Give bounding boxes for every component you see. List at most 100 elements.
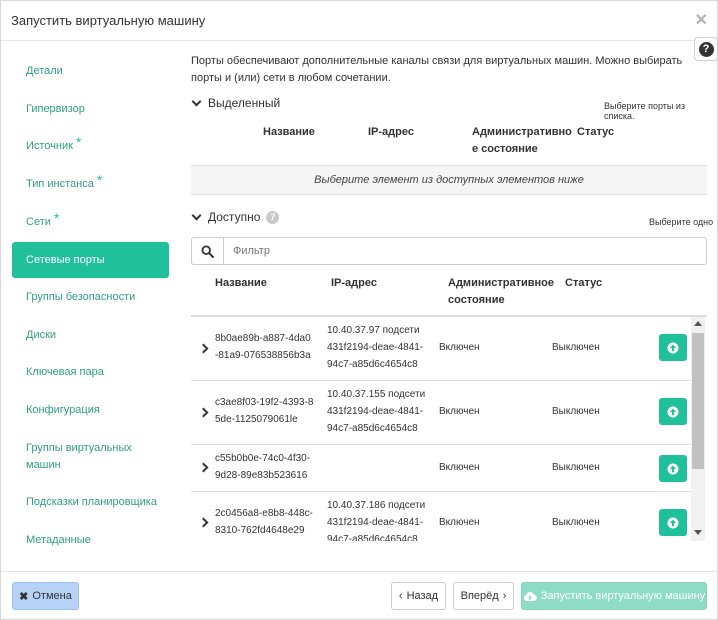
search-icon xyxy=(192,238,224,264)
nav-step-scheduler-hints[interactable]: Подсказки планировщика xyxy=(12,484,169,520)
port-name-line: c55b0b0e-74c0-4f30- xyxy=(215,453,311,464)
available-section-toggle[interactable]: Доступно 7 xyxy=(191,210,280,224)
port-ip-line: 10.40.37.97 подсети xyxy=(327,325,420,336)
port-name-line: c3ae8f03-19f2-4393-8 xyxy=(215,397,314,408)
port-ip-line: 10.40.37.155 подсети xyxy=(327,389,426,400)
port-ip-line: 431f2194-deae-4841- xyxy=(327,406,424,417)
port-ip-line: 431f2194-deae-4841- xyxy=(327,517,424,528)
close-icon[interactable]: ✕ xyxy=(695,10,708,30)
nav-step-metadata[interactable]: Метаданные xyxy=(12,522,169,558)
port-admin-state: Включен xyxy=(439,462,480,473)
filter-input[interactable] xyxy=(224,238,694,264)
allocated-empty-message: Выберите элемент из доступных элементов … xyxy=(191,165,707,195)
table-row: c55b0b0e-74c0-4f30- 9d28-89e83b523616 Вк… xyxy=(191,445,691,492)
required-asterisk: * xyxy=(96,172,103,188)
nav-step-key-pair[interactable]: Ключевая пара xyxy=(12,354,169,390)
next-button[interactable]: Вперёд › xyxy=(453,582,514,610)
chevron-right-icon[interactable] xyxy=(198,462,209,473)
next-label: Вперёд xyxy=(460,590,499,602)
nav-step-label: Гипервизор xyxy=(26,103,85,115)
available-title: Доступно xyxy=(208,210,261,224)
required-asterisk: * xyxy=(53,210,60,226)
port-name: 2c0456a8-e8b8-448c- 8310-762fd4648e29 xyxy=(215,505,313,539)
cancel-button[interactable]: ✖ Отмена xyxy=(12,582,79,610)
chevron-right-icon[interactable] xyxy=(198,343,209,354)
allocated-hint: Выберите порты из списка. xyxy=(604,101,686,121)
allocate-port-button[interactable] xyxy=(659,398,687,425)
nav-step-flavor[interactable]: Тип инстанса * xyxy=(12,166,169,202)
port-ip: 10.40.37.186 подсети 431f2194-deae-4841-… xyxy=(327,497,425,541)
allocate-port-button[interactable] xyxy=(659,334,687,361)
available-col-admin-state-line1: Административное xyxy=(448,277,554,289)
nav-step-security-groups[interactable]: Группы безопасности xyxy=(12,279,169,315)
back-button[interactable]: ‹ Назад xyxy=(391,582,446,610)
chevron-right-icon[interactable] xyxy=(198,407,209,418)
port-ip-line: 94c7-a85d6c4654c8 xyxy=(327,534,418,541)
port-name-line: 8310-762fd4648e29 xyxy=(215,525,305,536)
dialog-title: Запустить виртуальную машину xyxy=(11,13,206,28)
allocated-col-admin-state-line2: е состояние xyxy=(472,143,538,155)
arrow-up-icon xyxy=(667,406,679,417)
nav-step-disks[interactable]: Диски xyxy=(12,317,169,353)
port-name-line: 8b0ae89b-a887-4da0 xyxy=(215,333,311,344)
scroll-down-arrow-icon[interactable] xyxy=(694,530,702,535)
nav-step-label: Сетевые порты xyxy=(26,254,105,266)
port-ip-line: 94c7-a85d6c4654c8 xyxy=(327,423,418,434)
available-ports-table: 8b0ae89b-a887-4da0 -81a9-076538856b3a 10… xyxy=(191,317,707,541)
table-row: c3ae8f03-19f2-4393-8 5de-1125079061le 10… xyxy=(191,381,691,445)
port-name: 8b0ae89b-a887-4da0 -81a9-076538856b3a xyxy=(215,330,311,364)
port-status: Выключен xyxy=(552,406,600,417)
port-ip-line: 94c7-a85d6c4654c8 xyxy=(327,359,418,370)
question-icon: ? xyxy=(698,41,714,57)
allocated-col-admin-state-line1: Административно xyxy=(472,126,572,138)
nav-step-label: Ключевая пара xyxy=(26,366,104,378)
launch-instance-button[interactable]: Запустить виртуальную машину xyxy=(521,582,707,610)
port-admin-state: Включен xyxy=(439,406,480,417)
nav-step-configuration[interactable]: Конфигурация xyxy=(12,392,169,428)
nav-step-networks[interactable]: Сети * xyxy=(12,204,169,240)
nav-step-source[interactable]: Источник * xyxy=(12,128,169,164)
available-col-status: Статус xyxy=(565,277,603,289)
nav-step-label: Сети xyxy=(26,216,51,228)
available-hint: Выберите одно xyxy=(649,217,714,227)
nav-step-label: Подсказки планировщика xyxy=(26,496,157,508)
table-scrollbar[interactable] xyxy=(691,317,705,541)
nav-step-label: Детали xyxy=(26,65,63,77)
arrow-up-icon xyxy=(667,517,679,528)
nav-step-label: Группы виртуальных машин xyxy=(26,442,132,471)
dialog-header: Запустить виртуальную машину ✕ xyxy=(1,1,718,41)
scrollbar-thumb[interactable] xyxy=(692,333,704,469)
scroll-up-arrow-icon[interactable] xyxy=(694,321,702,326)
table-row: 8b0ae89b-a887-4da0 -81a9-076538856b3a 10… xyxy=(191,317,691,381)
nav-step-details[interactable]: Детали xyxy=(12,53,169,89)
allocate-port-button[interactable] xyxy=(659,509,687,536)
step-description: Порты обеспечивают дополнительные каналы… xyxy=(191,55,683,84)
allocated-section-toggle[interactable]: Выделенный xyxy=(191,96,280,110)
chevron-right-icon: › xyxy=(502,590,507,602)
port-status: Выключен xyxy=(552,462,600,473)
port-name-line: -81a9-076538856b3a xyxy=(215,350,311,361)
chevron-down-icon xyxy=(191,96,202,106)
chevron-right-icon[interactable] xyxy=(198,517,209,528)
arrow-up-icon xyxy=(667,342,679,353)
help-button[interactable]: ? xyxy=(694,37,718,61)
nav-step-server-groups[interactable]: Группы виртуальных машин xyxy=(12,437,142,477)
back-label: Назад xyxy=(406,590,439,602)
nav-step-label: Метаданные xyxy=(26,534,91,546)
allocated-col-admin-state: Административно е состояние xyxy=(472,124,572,158)
port-ip: 10.40.37.97 подсети 431f2194-deae-4841- … xyxy=(327,322,423,373)
allocated-col-name: Название xyxy=(263,126,315,138)
close-icon: ✖ xyxy=(19,590,29,603)
launch-instance-dialog: Запустить виртуальную машину ✕ ? Детали … xyxy=(0,0,718,620)
port-name-line: 5de-1125079061le xyxy=(215,414,298,425)
nav-step-hypervisor[interactable]: Гипервизор xyxy=(12,91,169,127)
port-ip-line: 431f2194-deae-4841- xyxy=(327,342,424,353)
port-name: c55b0b0e-74c0-4f30- 9d28-89e83b523616 xyxy=(215,450,310,484)
allocate-port-button[interactable] xyxy=(659,455,687,482)
nav-step-label: Конфигурация xyxy=(26,404,100,416)
table-row: 2c0456a8-e8b8-448c- 8310-762fd4648e29 10… xyxy=(191,492,691,541)
cloud-upload-icon xyxy=(523,591,537,601)
allocated-col-ip: IP-адрес xyxy=(368,126,414,138)
port-ip-line: 10.40.37.186 подсети xyxy=(327,500,426,511)
nav-step-network-ports[interactable]: Сетевые порты xyxy=(12,242,169,278)
